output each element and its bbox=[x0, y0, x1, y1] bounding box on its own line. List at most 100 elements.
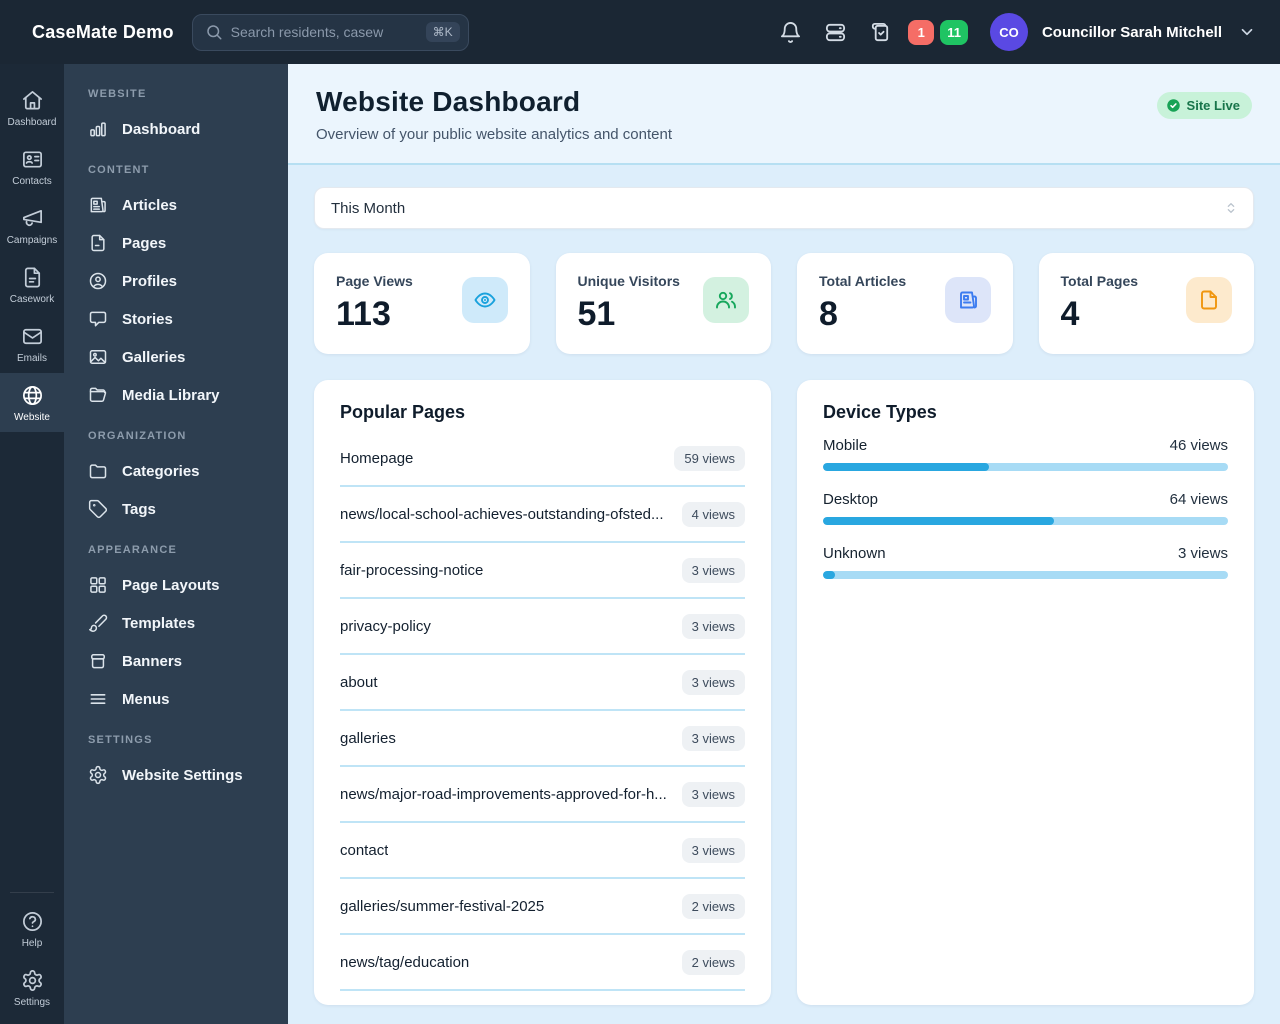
progress-track bbox=[823, 571, 1228, 579]
device-types-title: Device Types bbox=[823, 402, 1228, 423]
user-name: Councillor Sarah Mitchell bbox=[1042, 24, 1222, 41]
sidebar-item-templates[interactable]: Templates bbox=[86, 604, 270, 642]
success-count-badge[interactable]: 11 bbox=[940, 20, 968, 45]
rail-item-contacts[interactable]: Contacts bbox=[0, 137, 64, 196]
rail-item-dashboard[interactable]: Dashboard bbox=[0, 78, 64, 137]
grid-icon bbox=[88, 575, 108, 595]
sidebar-item-dashboard[interactable]: Dashboard bbox=[86, 110, 270, 148]
search-icon bbox=[205, 23, 223, 41]
site-live-badge: Site Live bbox=[1157, 92, 1252, 119]
bar-chart-icon bbox=[88, 119, 108, 139]
search-input[interactable]: Search residents, casew ⌘K bbox=[192, 14, 469, 51]
sidebar-item-menus[interactable]: Menus bbox=[86, 680, 270, 718]
sidebar-section-settings: SETTINGS bbox=[88, 734, 270, 746]
stat-value: 51 bbox=[578, 295, 680, 334]
progress-track bbox=[823, 463, 1228, 471]
folder-icon bbox=[88, 461, 108, 481]
views-badge: 3 views bbox=[682, 838, 745, 863]
menu-lines-icon bbox=[88, 689, 108, 709]
paintbrush-icon bbox=[88, 613, 108, 633]
views-badge: 59 views bbox=[674, 446, 745, 471]
period-select[interactable]: This Month bbox=[314, 187, 1254, 229]
sidebar-item-website-settings[interactable]: Website Settings bbox=[86, 756, 270, 794]
newspaper-icon bbox=[88, 195, 108, 215]
rail-item-settings[interactable]: Settings bbox=[0, 958, 64, 1024]
rail-item-campaigns[interactable]: Campaigns bbox=[0, 196, 64, 255]
popular-pages-card: Popular Pages Homepage 59 views news/loc… bbox=[314, 380, 771, 1005]
chat-bubble-icon bbox=[88, 309, 108, 329]
stat-card-page-views: Page Views 113 bbox=[314, 253, 530, 354]
folder-open-icon bbox=[88, 385, 108, 405]
views-badge: 2 views bbox=[682, 950, 745, 975]
search-shortcut: ⌘K bbox=[426, 22, 460, 42]
rail-divider bbox=[10, 892, 54, 893]
sidebar-item-profiles[interactable]: Profiles bbox=[86, 262, 270, 300]
device-types-card: Device Types Mobile 46 views Desktop 64 … bbox=[797, 380, 1254, 1005]
device-row-desktop: Desktop 64 views bbox=[823, 491, 1228, 525]
popular-page-row[interactable]: galleries/summer-festival-2025 2 views bbox=[340, 879, 745, 935]
gear-icon bbox=[21, 969, 44, 992]
popular-page-row[interactable]: privacy-policy 3 views bbox=[340, 599, 745, 655]
sidebar-section-appearance: APPEARANCE bbox=[88, 544, 270, 556]
views-badge: 4 views bbox=[682, 502, 745, 527]
sidebar-section-organization: ORGANIZATION bbox=[88, 430, 270, 442]
image-icon bbox=[88, 347, 108, 367]
gear-icon bbox=[88, 765, 108, 785]
sidebar-item-tags[interactable]: Tags bbox=[86, 490, 270, 528]
database-icon[interactable] bbox=[824, 21, 847, 44]
sidebar-item-banners[interactable]: Banners bbox=[86, 642, 270, 680]
user-avatar[interactable]: CO bbox=[990, 13, 1028, 51]
device-row-mobile: Mobile 46 views bbox=[823, 437, 1228, 471]
stat-card-unique-visitors: Unique Visitors 51 bbox=[556, 253, 772, 354]
popular-page-row[interactable]: news/tag/education 2 views bbox=[340, 935, 745, 991]
alert-count-badge[interactable]: 1 bbox=[908, 20, 934, 45]
popular-page-row[interactable]: Homepage 59 views bbox=[340, 431, 745, 487]
notifications-bell-icon[interactable] bbox=[779, 21, 802, 44]
newspaper-icon bbox=[945, 277, 991, 323]
sidebar-item-pages[interactable]: Pages bbox=[86, 224, 270, 262]
file-icon bbox=[88, 233, 108, 253]
sidebar-item-categories[interactable]: Categories bbox=[86, 452, 270, 490]
tag-icon bbox=[88, 499, 108, 519]
eye-icon bbox=[462, 277, 508, 323]
sidebar-item-page-layouts[interactable]: Page Layouts bbox=[86, 566, 270, 604]
help-circle-icon bbox=[21, 910, 44, 933]
period-select-value: This Month bbox=[331, 200, 405, 217]
popular-page-row[interactable]: contact 3 views bbox=[340, 823, 745, 879]
primary-nav-rail: Dashboard Contacts Campaigns Casework Em… bbox=[0, 64, 64, 1024]
user-menu-chevron-down-icon[interactable] bbox=[1238, 23, 1256, 41]
rail-item-casework[interactable]: Casework bbox=[0, 255, 64, 314]
popular-page-row[interactable]: fair-processing-notice 3 views bbox=[340, 543, 745, 599]
popular-page-row[interactable]: about 3 views bbox=[340, 655, 745, 711]
rail-item-help[interactable]: Help bbox=[0, 899, 64, 958]
file-icon bbox=[1186, 277, 1232, 323]
rail-item-website[interactable]: Website bbox=[0, 373, 64, 432]
user-circle-icon bbox=[88, 271, 108, 291]
page-title: Website Dashboard bbox=[316, 86, 672, 118]
stat-value: 8 bbox=[819, 295, 906, 334]
search-placeholder: Search residents, casew bbox=[231, 24, 418, 40]
archive-box-icon bbox=[88, 651, 108, 671]
tasks-clipboard-icon[interactable] bbox=[869, 21, 892, 44]
popular-page-row[interactable]: news/major-road-improvements-approved-fo… bbox=[340, 767, 745, 823]
sidebar-section-website: WEBSITE bbox=[88, 88, 270, 100]
popular-page-row[interactable]: galleries 3 views bbox=[340, 711, 745, 767]
stat-card-total-pages: Total Pages 4 bbox=[1039, 253, 1255, 354]
home-icon bbox=[21, 89, 44, 112]
select-chevrons-icon bbox=[1223, 200, 1239, 216]
views-badge: 3 views bbox=[682, 614, 745, 639]
sidebar-item-stories[interactable]: Stories bbox=[86, 300, 270, 338]
megaphone-icon bbox=[21, 207, 44, 230]
globe-icon bbox=[21, 384, 44, 407]
rail-item-emails[interactable]: Emails bbox=[0, 314, 64, 373]
check-circle-icon bbox=[1166, 98, 1181, 113]
progress-fill bbox=[823, 463, 989, 471]
stat-value: 113 bbox=[336, 295, 413, 334]
sidebar-item-articles[interactable]: Articles bbox=[86, 186, 270, 224]
website-sidebar: WEBSITE Dashboard CONTENT Articles Pages… bbox=[64, 64, 288, 1024]
device-row-unknown: Unknown 3 views bbox=[823, 545, 1228, 579]
sidebar-item-media-library[interactable]: Media Library bbox=[86, 376, 270, 414]
sidebar-item-galleries[interactable]: Galleries bbox=[86, 338, 270, 376]
stat-value: 4 bbox=[1061, 295, 1139, 334]
popular-page-row[interactable]: news/local-school-achieves-outstanding-o… bbox=[340, 487, 745, 543]
